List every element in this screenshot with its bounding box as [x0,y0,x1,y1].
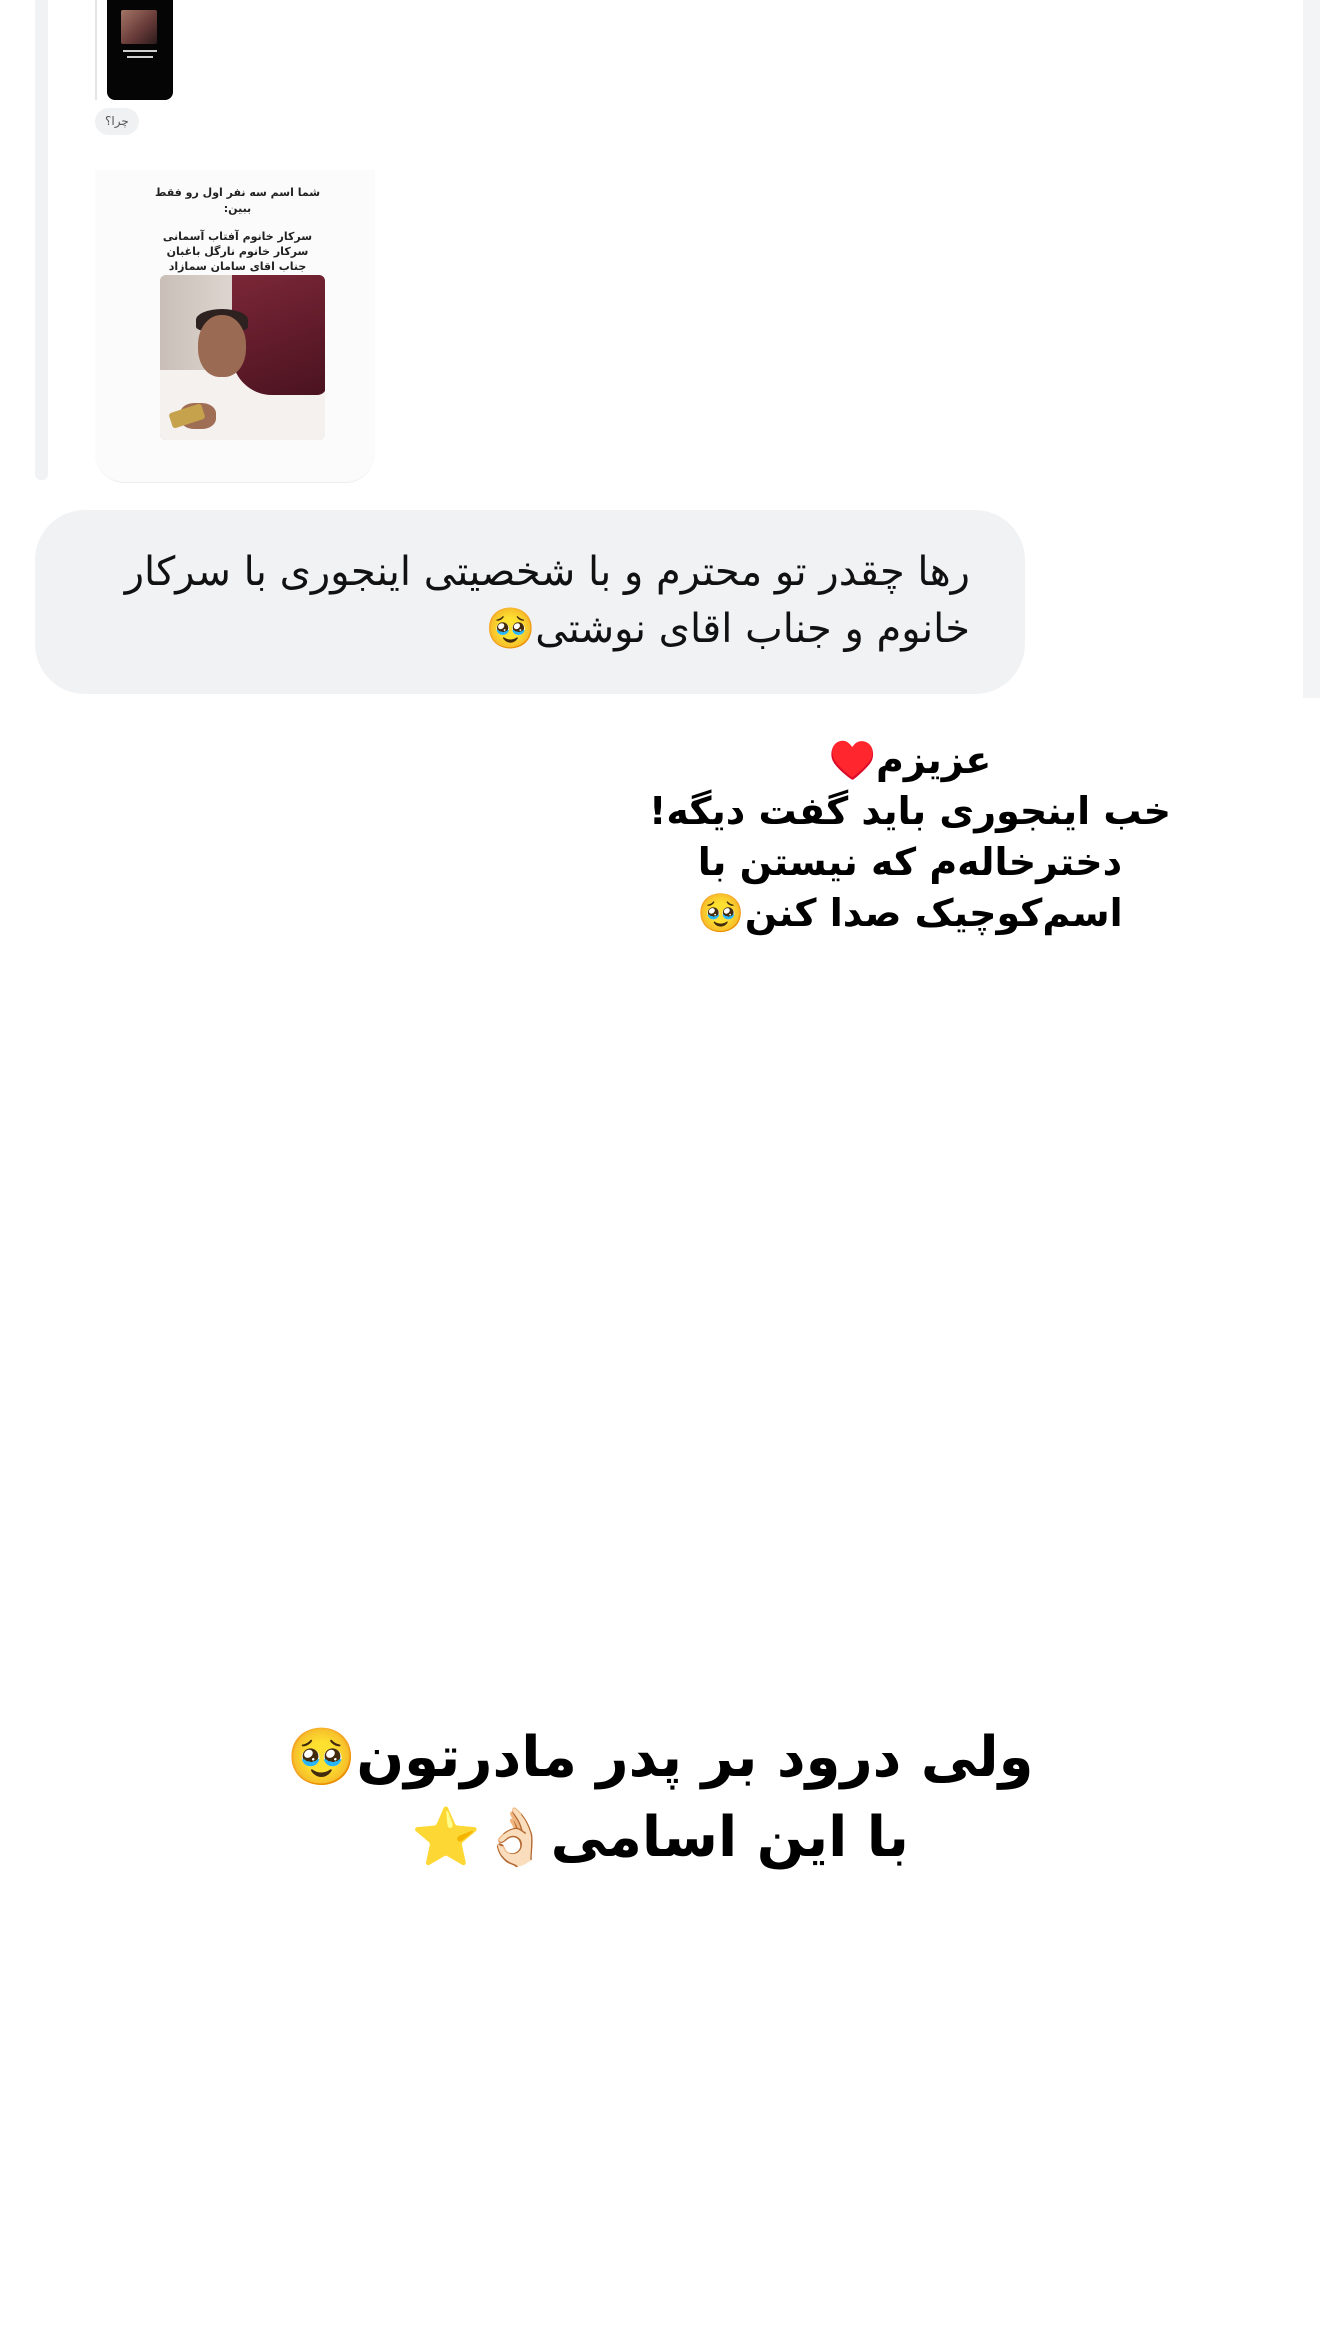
reply-thread-rule [35,0,48,480]
reply-thread-inner-rule [95,0,97,100]
photo-face [198,315,246,377]
text-image-2[interactable]: ولی درود بر پدر مادرتون🥹 با این اسامی👌🏻⭐ [270,1718,1050,1878]
story-reply-label: چرا؟ [95,108,139,135]
text-image-line: دخترخاله‌م که نیستن با [697,840,1123,884]
photo-sweater [232,275,325,395]
shared-card-caption: شما اسم سه نفر اول رو فقط ببین: سرکار خا… [150,185,325,274]
text-image-line: عزیزم♥️ [828,738,992,782]
caption-line: سرکار خانوم آفتاب آسمانی [162,230,313,243]
caption-line: سرکار خانوم نارگل باغبان [166,245,309,258]
scroll-strip [1303,0,1320,698]
text-image-1[interactable]: عزیزم♥️ خب اینجوری باید گفت دیگه! دخترخا… [640,735,1180,939]
text-image-line: اسم‌کوچیک صدا کنن🥹 [697,891,1123,935]
text-image-line: با این اسامی👌🏻⭐ [411,1805,909,1870]
text-image-line: ولی درود بر پدر مادرتون🥹 [286,1725,1034,1790]
story-caption-line [127,56,153,58]
received-message-bubble[interactable]: رها چقدر تو محترم و با شخصیتی اینجوری با… [35,510,1025,694]
message-text-line: رها چقدر تو محترم و با شخصیتی اینجوری با… [124,549,970,595]
story-thumbnail[interactable] [107,0,173,100]
story-caption-line [123,50,157,52]
text-image-line: خب اینجوری باید گفت دیگه! [649,789,1171,833]
caption-line: جناب اقای سامان سمازاد [168,260,307,273]
caption-heading: شما اسم سه نفر اول رو فقط ببین: [154,186,321,215]
shared-card-photo [160,275,325,440]
story-photo [121,10,157,44]
message-text-line: خانوم و جناب اقای نوشتی🥹 [485,606,970,652]
